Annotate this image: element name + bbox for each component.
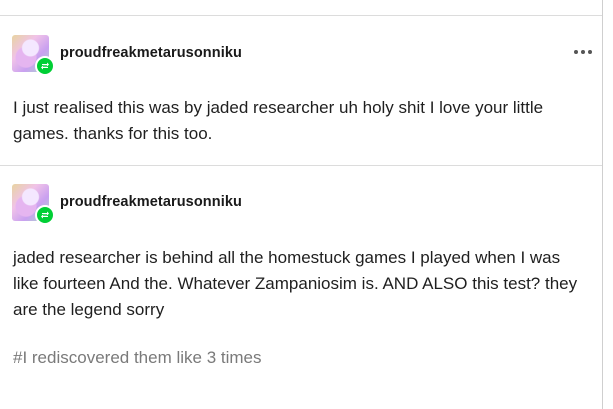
- post-text: jaded researcher is behind all the homes…: [13, 248, 578, 319]
- reblog-entry: proudfreakmetarusonniku jaded researcher…: [0, 166, 602, 409]
- post-tag[interactable]: #I rediscovered them like 3 times: [13, 346, 262, 370]
- post-header: proudfreakmetarusonniku: [12, 182, 242, 225]
- username[interactable]: proudfreakmetarusonniku: [60, 45, 242, 61]
- reblog-icon: [35, 55, 55, 76]
- post-header: proudfreakmetarusonniku: [12, 33, 242, 76]
- avatar[interactable]: [12, 183, 55, 225]
- more-options-button[interactable]: [570, 45, 596, 59]
- more-options-dot: [581, 50, 585, 54]
- more-options-icon: [574, 50, 578, 54]
- username[interactable]: proudfreakmetarusonniku: [60, 194, 242, 210]
- avatar[interactable]: [12, 34, 55, 76]
- reblog-icon: [35, 204, 55, 225]
- scrollbar-edge: [602, 0, 603, 409]
- post-text: I just realised this was by jaded resear…: [13, 98, 544, 143]
- reblog-entry: proudfreakmetarusonniku I just realised …: [0, 16, 602, 166]
- more-options-dot: [588, 50, 592, 54]
